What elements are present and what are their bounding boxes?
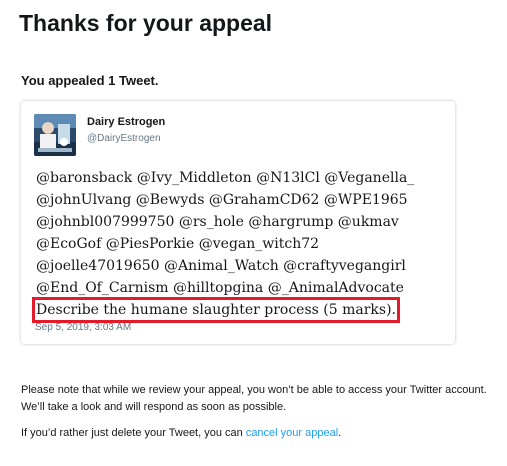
page-title: Thanks for your appeal — [19, 10, 273, 36]
tweet-mention-line: @joelle47019650 @Animal_Watch @craftyveg… — [36, 258, 406, 274]
delete-note-prefix: If you’d rather just delete your Tweet, … — [21, 427, 246, 439]
cancel-appeal-link[interactable]: cancel your appeal — [246, 427, 338, 439]
tweet-mention-line: @EcoGof @PiesPorkie @vegan_witch72 — [36, 236, 320, 252]
highlighted-tweet-sentence: Describe the humane slaughter process (5… — [32, 297, 400, 323]
tweet-mention-line: @johnbl007999750 @rs_hole @hargrump @ukm… — [36, 214, 399, 230]
appeal-count-heading: You appealed 1 Tweet. — [21, 73, 159, 88]
tweet-timestamp[interactable]: Sep 5, 2019, 3:03 AM — [35, 322, 131, 333]
tweet-mention-line: @baronsback @Ivy_Middleton @N13lCl @Vega… — [36, 170, 415, 186]
delete-tweet-note: If you’d rather just delete your Tweet, … — [21, 427, 341, 439]
review-notice: Please note that while we review your ap… — [21, 384, 487, 413]
profile-photo-icon[interactable] — [34, 114, 76, 156]
tweet-mention-line: @End_Of_Carnism @hilltopgina @_AnimalAdv… — [36, 280, 404, 296]
tweet-text: @baronsback @Ivy_Middleton @N13lCl @Vega… — [32, 167, 446, 323]
tweet-username[interactable]: @DairyEstrogen — [87, 133, 161, 144]
tweet-mention-line: @johnUlvang @Bewyds @GrahamCD62 @WPE1965 — [36, 192, 408, 208]
delete-note-suffix: . — [338, 427, 342, 439]
tweet-card: Dairy Estrogen @DairyEstrogen @baronsbac… — [21, 101, 455, 344]
tweet-display-name[interactable]: Dairy Estrogen — [87, 116, 165, 128]
